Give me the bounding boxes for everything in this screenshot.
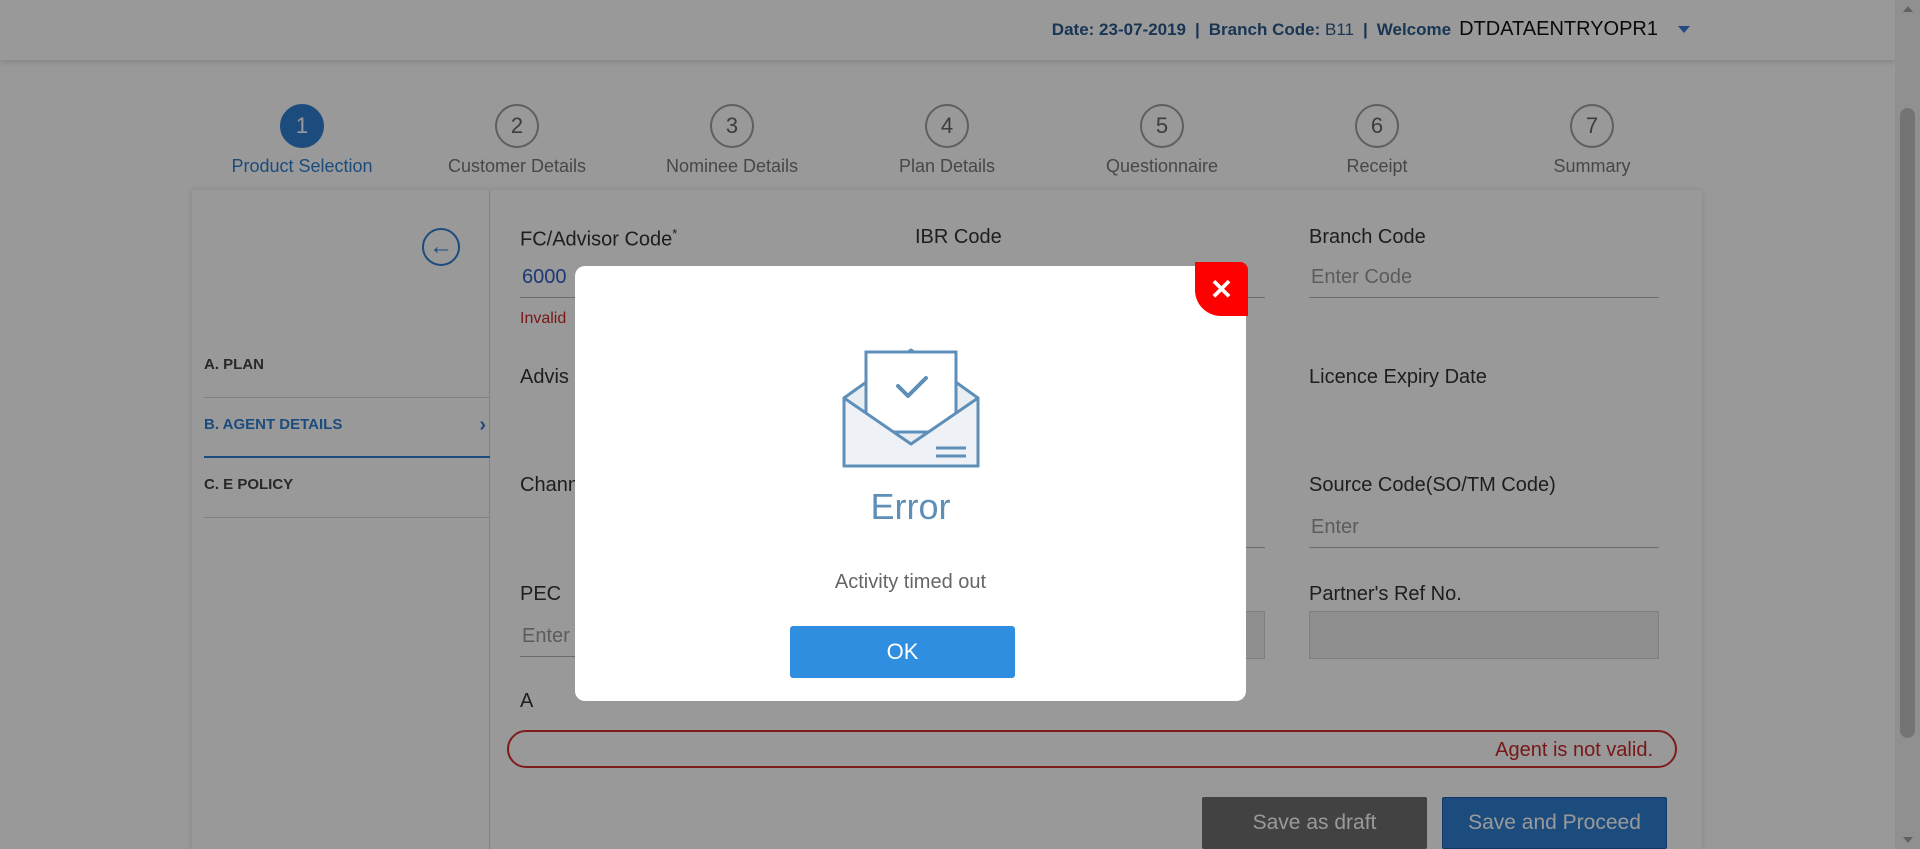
modal-title: Error xyxy=(870,486,951,527)
error-modal: Error Activity timed out OK xyxy=(575,266,1246,701)
envelope-check-icon xyxy=(842,348,980,468)
modal-message: Activity timed out xyxy=(834,571,987,593)
close-icon[interactable]: ✕ xyxy=(1195,262,1248,316)
ok-button[interactable]: OK xyxy=(790,626,1015,678)
